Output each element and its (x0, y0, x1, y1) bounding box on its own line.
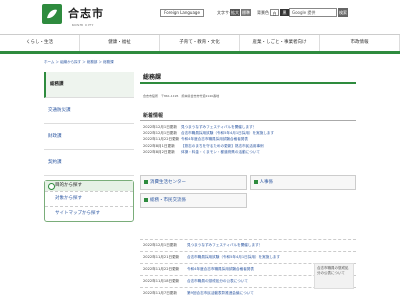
update-date: 2022年11月7日更新 (143, 291, 177, 295)
font-standard-button[interactable]: 標準 (241, 9, 251, 16)
sidebar-item-zaisei[interactable]: 財政課 (44, 124, 134, 150)
language-button[interactable]: Foreign Language (160, 9, 204, 17)
main-content: 総務課 合志市役所 〒861-1195 熊本県合志市竹迫2140番地 新着情報 … (140, 72, 356, 155)
breadcrumb[interactable]: ホーム ＞ 組織から探す ＞ 総務部 ＞ 総務課 (44, 60, 114, 65)
gnav-item-health[interactable]: 健康・福祉 (80, 35, 160, 51)
search-input[interactable]: Google 提供 (289, 8, 337, 17)
sidebar-item-koutsu[interactable]: 交通防災課 (44, 98, 134, 124)
search-button[interactable]: 検索 (338, 8, 348, 17)
purpose-item-sitemap[interactable]: サイトマップから探す (45, 206, 133, 221)
news-heading: 新着情報 (140, 112, 356, 121)
purpose-title: 目的から探す (45, 181, 133, 191)
page-title: 総務課 (140, 72, 356, 84)
update-date: 2022年11月18日更新 (143, 279, 180, 283)
section-link-jinji[interactable]: 人事係 (249, 175, 356, 190)
purpose-panel: 目的から探す 対象から探す サイトマップから探す (44, 180, 134, 222)
bg-white-button[interactable]: 白 (270, 9, 279, 16)
city-logo[interactable] (42, 4, 62, 24)
header: 合志市 KOSHI CITY Foreign Language 文字サイズ 拡大… (0, 0, 400, 30)
section-links: 消費生活センター 人事係 総務・市民交流係 (140, 175, 356, 208)
global-nav: くらし・生活 健康・福祉 子育て・教育・文化 産業・しごと・事業者向け 市政情報 (0, 34, 400, 54)
site-name[interactable]: 合志市 (68, 5, 104, 21)
section-link-soumu[interactable]: 総務・市民交流係 (140, 193, 247, 208)
list-item: 2022年8月2日更新 体操・料金・くまモン・都道府県の活動について (140, 149, 356, 155)
update-link[interactable]: 第9回合志市民活動表彰推進会議について (187, 291, 254, 296)
address: 合志市役所 〒861-1195 熊本県合志市竹迫2140番地 (143, 94, 220, 98)
news-link[interactable]: 体操・料金・くまモン・都道府県の活動について (181, 149, 260, 155)
leaf-icon (47, 9, 57, 19)
section-link-consumer[interactable]: 消費生活センター (140, 175, 247, 190)
update-link[interactable]: 見つまうなずみフェスティバルを開催します！ (187, 243, 262, 248)
site-sub: KOSHI CITY (72, 23, 94, 27)
update-link[interactable]: 令和4年度合志市職員採用試験合格者発表 (187, 267, 254, 272)
image-thumbnail[interactable]: 合志市職員の懲戒処分の公表について (314, 263, 354, 289)
update-date: 2022年11月22日更新 (143, 267, 180, 271)
sidebar-item-keiyaku[interactable]: 契約課 (44, 150, 134, 176)
bg-color-label: 背景色 (257, 10, 269, 15)
sidebar-item-soumu[interactable]: 総務課 (44, 72, 134, 98)
sidebar: 総務課 交通防災課 財政課 契約課 (44, 72, 134, 176)
gnav-item-industry[interactable]: 産業・しごと・事業者向け (240, 35, 320, 51)
gnav-item-cityinfo[interactable]: 市政情報 (320, 35, 400, 51)
font-enlarge-button[interactable]: 拡大 (230, 9, 240, 16)
gnav-item-life[interactable]: くらし・生活 (0, 35, 80, 51)
update-link[interactable]: 合志市職員採用試験（令和5年4月1日採用）を実施します (187, 255, 280, 260)
gnav-item-education[interactable]: 子育て・教育・文化 (160, 35, 240, 51)
bg-black-button[interactable]: 黒 (280, 9, 289, 16)
list-item: 2022年12月1日更新 見つまうなずみフェスティバルを開催します！ (140, 239, 356, 251)
news-date: 2022年8月2日更新 (143, 149, 175, 154)
update-date: 2022年12月1日更新 (143, 243, 177, 247)
news-list: 2022年12月1日更新 見つまうなずみフェスティバルを開催します！ 2022年1… (140, 124, 356, 155)
update-date: 2022年11月21日更新 (143, 255, 180, 259)
list-item: 2022年11月21日更新 合志市職員採用試験（令和5年4月1日採用）を実施します (140, 251, 356, 263)
update-link[interactable]: 合志市職員の懲戒処分の公表について (187, 279, 248, 284)
purpose-item-target[interactable]: 対象から探す (45, 191, 133, 206)
